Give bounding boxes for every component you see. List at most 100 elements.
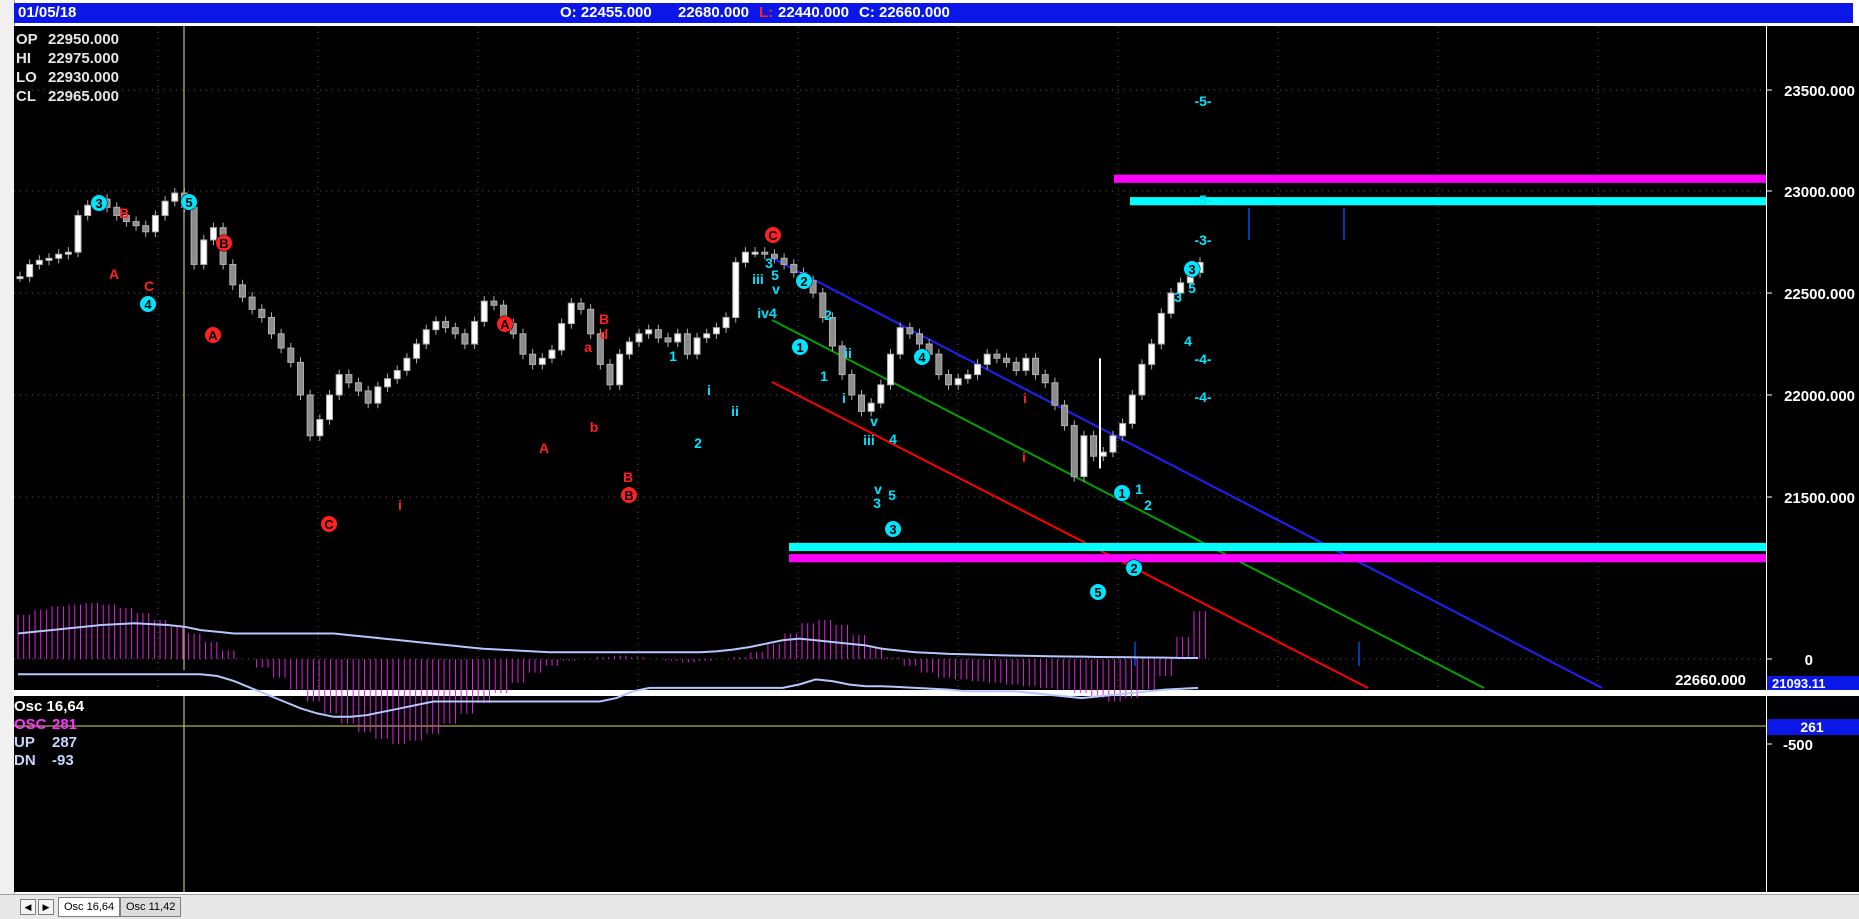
axis-layer: 23500.000 23000.000 22500.000 22000.000 2150… xyxy=(1675,83,1859,754)
candle-body xyxy=(74,214,82,253)
wave-label: -5- xyxy=(1194,93,1211,109)
candle-body xyxy=(229,263,237,286)
candle-body xyxy=(1080,435,1088,478)
osc-legend-up-label: UP xyxy=(14,734,35,751)
candle-body xyxy=(558,323,566,351)
candle-body xyxy=(355,382,363,392)
candle-body xyxy=(364,390,372,404)
candle-body xyxy=(703,333,711,339)
osc-up-line xyxy=(17,622,1198,659)
wave-label: iv4 xyxy=(757,305,777,321)
candle-body xyxy=(954,378,962,386)
candle-body xyxy=(277,333,285,349)
candle-body xyxy=(722,316,730,329)
wave-label: 4 xyxy=(918,350,926,365)
candle-body xyxy=(886,353,894,386)
candle-body xyxy=(848,374,856,396)
wave-label: 3 xyxy=(1174,289,1182,305)
bottom-tab-bar: ◀ ▶ Osc 16,64 Osc 11,42 xyxy=(0,894,1859,919)
channel-lines xyxy=(771,257,1603,689)
candle-body xyxy=(151,214,159,233)
candle-body xyxy=(635,333,643,343)
candle-body xyxy=(1012,361,1020,372)
candle-body xyxy=(896,327,904,355)
wave-label: a xyxy=(584,339,592,355)
wave-label: 3 xyxy=(889,522,896,537)
wave-label: 2 xyxy=(824,307,832,323)
wave-label: -5- xyxy=(1194,192,1211,208)
wave-label: 4 xyxy=(144,297,152,312)
candle-body xyxy=(1099,451,1107,457)
candle-body xyxy=(780,257,788,265)
osc-legend-title: Osc 16,64 xyxy=(14,698,85,715)
osc-axis-label: -500 xyxy=(1783,737,1813,754)
candle-body xyxy=(1032,357,1040,376)
osc-axis-label: 0 xyxy=(1805,652,1813,669)
wave-label: 3 xyxy=(1188,262,1195,277)
price-axis-label: 22000.000 xyxy=(1784,388,1855,405)
candle-body xyxy=(1148,343,1156,365)
ohlc-box: OP 22950.000 HI 22975.000 LO 22930.000 CL 22… xyxy=(16,31,119,105)
svg-text:CL22965.000: CL 22965.000 xyxy=(16,88,119,105)
candle-body xyxy=(16,276,24,280)
wave-label: 2 xyxy=(1130,561,1137,576)
price-axis-label: 22500.000 xyxy=(1784,286,1855,303)
candle-body xyxy=(209,227,217,241)
osc-dn-line xyxy=(18,673,1199,718)
tab-osc-16-64[interactable]: Osc 16,64 xyxy=(58,897,121,917)
candle-body xyxy=(1022,357,1030,372)
candle-body xyxy=(1090,435,1098,457)
tab-scroll-right-icon[interactable]: ▶ xyxy=(38,899,54,915)
candle-body xyxy=(238,284,246,298)
candle-body xyxy=(538,357,546,365)
wave-label: 5 xyxy=(1094,585,1101,600)
candle-body xyxy=(732,261,740,318)
wave-label: 5 xyxy=(1188,280,1196,296)
wave-label: 1 xyxy=(1118,486,1125,501)
candle-body xyxy=(190,206,198,265)
wave-label: -4- xyxy=(1194,389,1211,405)
price-zone-band xyxy=(1130,197,1766,206)
osc-legend-osc-label: OSC xyxy=(14,716,47,733)
candle-body xyxy=(471,321,479,345)
candle-body xyxy=(964,374,972,380)
price-zone-band xyxy=(789,554,1766,563)
price-axis-label: 23500.000 xyxy=(1784,83,1855,100)
wave-label-layer: 3B5AC4BACiAAaBdbBB1iii2C35iiiviv4221 ii1i… xyxy=(90,93,1212,601)
candle-body xyxy=(413,343,421,359)
candle-body xyxy=(480,300,488,323)
wave-label: A xyxy=(109,266,119,282)
ohlc-label-lo: LO xyxy=(16,69,37,86)
candle-body xyxy=(461,333,469,345)
wave-label: 1 xyxy=(1135,481,1143,497)
wave-label: 3 xyxy=(873,495,881,511)
candle-body xyxy=(867,402,875,412)
svg-text:DN-93: DN -93 xyxy=(14,752,74,769)
wave-label: 5 xyxy=(888,487,896,503)
wave-label: iii xyxy=(752,271,764,287)
candle-body xyxy=(906,327,914,335)
candle-body xyxy=(132,221,140,227)
candle-body xyxy=(751,251,759,255)
candle-body xyxy=(403,357,411,372)
wave-label: i xyxy=(842,390,846,406)
channel-lower-line xyxy=(771,381,1369,689)
candle-body xyxy=(916,333,924,345)
candle-body xyxy=(1061,404,1069,427)
osc-legend-dn-label: DN xyxy=(14,752,36,769)
wave-label: B xyxy=(119,205,129,221)
tab-scroll-left-icon[interactable]: ◀ xyxy=(20,899,36,915)
tab-osc-11-42[interactable]: Osc 11,42 xyxy=(120,897,182,917)
candle-body xyxy=(548,349,556,359)
chart-svg: 3B5AC4BACiAAaBdbBB1iii2C35iiiviv4221 ii1i… xyxy=(14,26,1859,892)
candle-body xyxy=(1167,292,1175,314)
last-price-label: 22660.000 xyxy=(1675,672,1746,689)
candle-body xyxy=(587,308,595,335)
candle-body xyxy=(790,263,798,274)
candle-body xyxy=(258,308,266,318)
candle-body xyxy=(693,337,701,355)
candle-body xyxy=(993,353,1001,359)
candle-body xyxy=(857,394,865,412)
candle-body xyxy=(171,192,179,202)
svg-text:OSC281: OSC 281 xyxy=(14,716,77,733)
